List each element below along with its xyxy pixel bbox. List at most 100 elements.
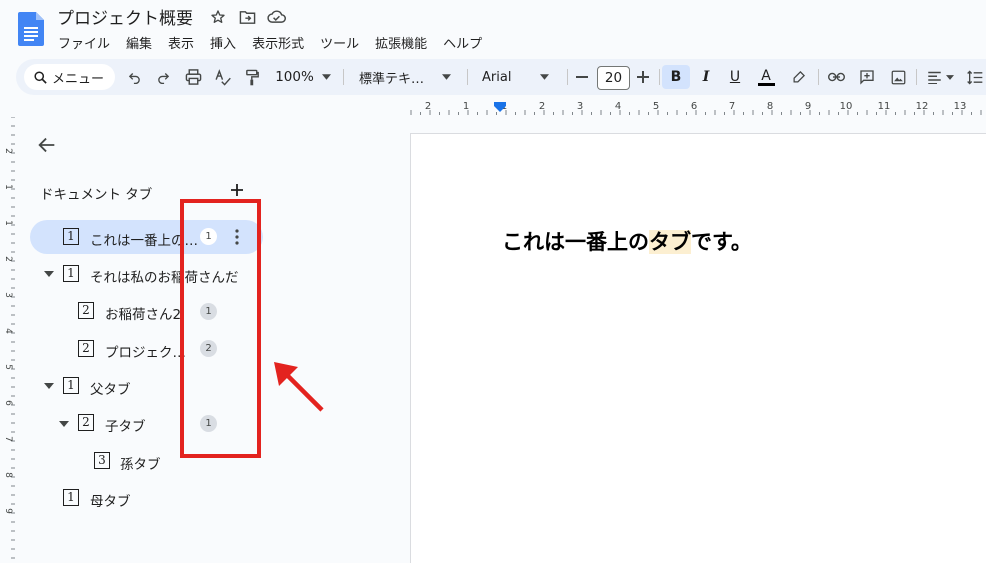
tab-label[interactable]: 母タブ bbox=[90, 490, 131, 510]
menu-file[interactable]: ファイル bbox=[50, 31, 118, 52]
ruler-tick-label: 2 bbox=[3, 148, 13, 154]
tab-level-icon: 1 bbox=[63, 228, 79, 245]
expand-caret-icon[interactable] bbox=[44, 383, 54, 389]
cloud-saved-icon[interactable] bbox=[266, 7, 286, 27]
menu-format[interactable]: 表示形式 bbox=[244, 31, 312, 52]
paint-format-icon[interactable] bbox=[240, 65, 264, 89]
toolbar-divider bbox=[659, 69, 660, 85]
ruler-tick-label: 9 bbox=[3, 508, 13, 514]
document-title[interactable]: プロジェクト概要 bbox=[57, 4, 193, 29]
menu-tools[interactable]: ツール bbox=[312, 31, 367, 52]
print-icon[interactable] bbox=[181, 65, 205, 89]
menu-help[interactable]: ヘルプ bbox=[435, 31, 490, 52]
toolbar-divider bbox=[916, 69, 917, 85]
redo-icon[interactable] bbox=[152, 65, 174, 89]
text-color-swatch bbox=[757, 82, 775, 86]
font-select[interactable]: Arial bbox=[475, 65, 557, 89]
highlight-color-icon[interactable] bbox=[786, 65, 810, 89]
tab-level-icon: 2 bbox=[78, 340, 94, 357]
chevron-down-icon bbox=[321, 74, 331, 80]
text-color-letter: A bbox=[761, 67, 771, 84]
ruler-tick-label: 8 bbox=[3, 472, 13, 478]
search-menus-label: メニュー bbox=[52, 71, 105, 87]
expand-caret-icon[interactable] bbox=[44, 271, 54, 277]
annotation-arrow-icon bbox=[274, 362, 324, 412]
menu-extensions[interactable]: 拡張機能 bbox=[367, 31, 435, 52]
tab-label[interactable]: 父タブ bbox=[90, 378, 131, 398]
ruler-tick-label: 6 bbox=[3, 400, 13, 406]
back-arrow-icon[interactable] bbox=[36, 134, 58, 156]
toolbar-divider bbox=[467, 69, 468, 85]
expand-caret-icon[interactable] bbox=[59, 421, 69, 427]
annotation-highlight-box bbox=[180, 199, 261, 458]
menu-edit[interactable]: 編集 bbox=[118, 31, 160, 52]
insert-link-icon[interactable] bbox=[824, 65, 848, 89]
ruler-tick-label: 2 bbox=[425, 101, 431, 112]
ruler-tick-label: 8 bbox=[767, 101, 773, 112]
ruler-tick-label: 2 bbox=[539, 101, 545, 112]
star-icon[interactable] bbox=[208, 7, 228, 27]
tab-label[interactable]: 孫タブ bbox=[120, 453, 161, 473]
increase-font-size-icon[interactable] bbox=[633, 65, 653, 89]
chevron-down-icon bbox=[945, 74, 954, 80]
paragraph-style-select[interactable]: 標準テキ… bbox=[351, 65, 459, 89]
ruler-tick-label: 1 bbox=[3, 220, 13, 226]
underline-button[interactable]: U bbox=[723, 65, 747, 89]
bold-button[interactable]: B bbox=[662, 65, 690, 89]
line-spacing-icon[interactable] bbox=[964, 65, 986, 89]
move-to-folder-icon[interactable] bbox=[237, 7, 257, 27]
insert-image-icon[interactable] bbox=[886, 65, 910, 89]
font-size-input[interactable]: 20 bbox=[597, 66, 630, 90]
ruler-tick-label: 9 bbox=[805, 101, 811, 112]
spellcheck-icon[interactable] bbox=[210, 65, 234, 89]
toolbar: メニュー 100% 標準テキ… Arial 20 B I U A bbox=[16, 59, 986, 95]
document-heading[interactable]: これは一番上のタブです。 bbox=[502, 226, 752, 256]
ruler-tick-label: 5 bbox=[3, 364, 13, 370]
tab-label[interactable]: 子タブ bbox=[105, 415, 146, 435]
tab-level-icon: 1 bbox=[63, 489, 79, 506]
ruler-tick-label: 6 bbox=[691, 101, 697, 112]
ruler-tick-label: 3 bbox=[3, 292, 13, 298]
ruler-tick-label: 5 bbox=[653, 101, 659, 112]
tab-label[interactable]: お稲荷さん2 bbox=[105, 303, 181, 323]
menu-view[interactable]: 表示 bbox=[160, 31, 202, 52]
heading-text: これは一番上の bbox=[502, 230, 649, 254]
ruler-tick-label: 7 bbox=[3, 436, 13, 442]
zoom-value: 100% bbox=[275, 69, 314, 85]
tab-level-icon: 3 bbox=[94, 452, 110, 469]
ruler-tick-label: 11 bbox=[878, 101, 891, 112]
align-select[interactable] bbox=[922, 65, 958, 89]
font-value: Arial bbox=[482, 69, 512, 85]
document-tabs-heading: ドキュメント タブ bbox=[40, 187, 153, 203]
italic-button[interactable]: I bbox=[694, 65, 718, 89]
align-left-icon bbox=[927, 71, 941, 84]
document-page[interactable]: これは一番上のタブです。 bbox=[410, 133, 986, 563]
paragraph-style-value: 標準テキ… bbox=[359, 71, 425, 87]
vertical-ruler[interactable]: 2 1 1 2 3 4 5 6 7 8 9 bbox=[0, 117, 16, 562]
search-menus-button[interactable]: メニュー bbox=[24, 64, 115, 90]
docs-logo-icon[interactable] bbox=[18, 12, 44, 46]
heading-highlighted-text: タブ bbox=[649, 230, 691, 254]
ruler-tick-label: 10 bbox=[840, 101, 853, 112]
horizontal-ruler[interactable]: 2112345678910111213 bbox=[410, 99, 986, 117]
ruler-tick-label: 4 bbox=[3, 328, 13, 334]
tab-level-icon: 2 bbox=[78, 302, 94, 319]
ruler-tick-label: 4 bbox=[615, 101, 621, 112]
undo-icon[interactable] bbox=[123, 65, 145, 89]
add-tab-icon[interactable] bbox=[228, 181, 246, 199]
tab-level-icon: 2 bbox=[78, 414, 94, 431]
text-color-button[interactable]: A bbox=[754, 65, 778, 89]
chevron-down-icon bbox=[442, 74, 452, 80]
menu-bar: ファイル 編集 表示 挿入 表示形式 ツール 拡張機能 ヘルプ bbox=[50, 31, 490, 52]
tab-label[interactable]: プロジェク… bbox=[105, 341, 186, 361]
ruler-tick-label: 3 bbox=[577, 101, 583, 112]
ruler-tick-label: 7 bbox=[729, 101, 735, 112]
ruler-tick-label: 12 bbox=[916, 101, 929, 112]
add-comment-icon[interactable] bbox=[855, 65, 879, 89]
toolbar-divider bbox=[818, 69, 819, 85]
ruler-tick-label: 1 bbox=[463, 101, 469, 112]
zoom-select[interactable]: 100% bbox=[271, 65, 335, 89]
menu-insert[interactable]: 挿入 bbox=[202, 31, 244, 52]
heading-text-end: です。 bbox=[691, 230, 752, 254]
decrease-font-size-icon[interactable] bbox=[572, 65, 592, 89]
